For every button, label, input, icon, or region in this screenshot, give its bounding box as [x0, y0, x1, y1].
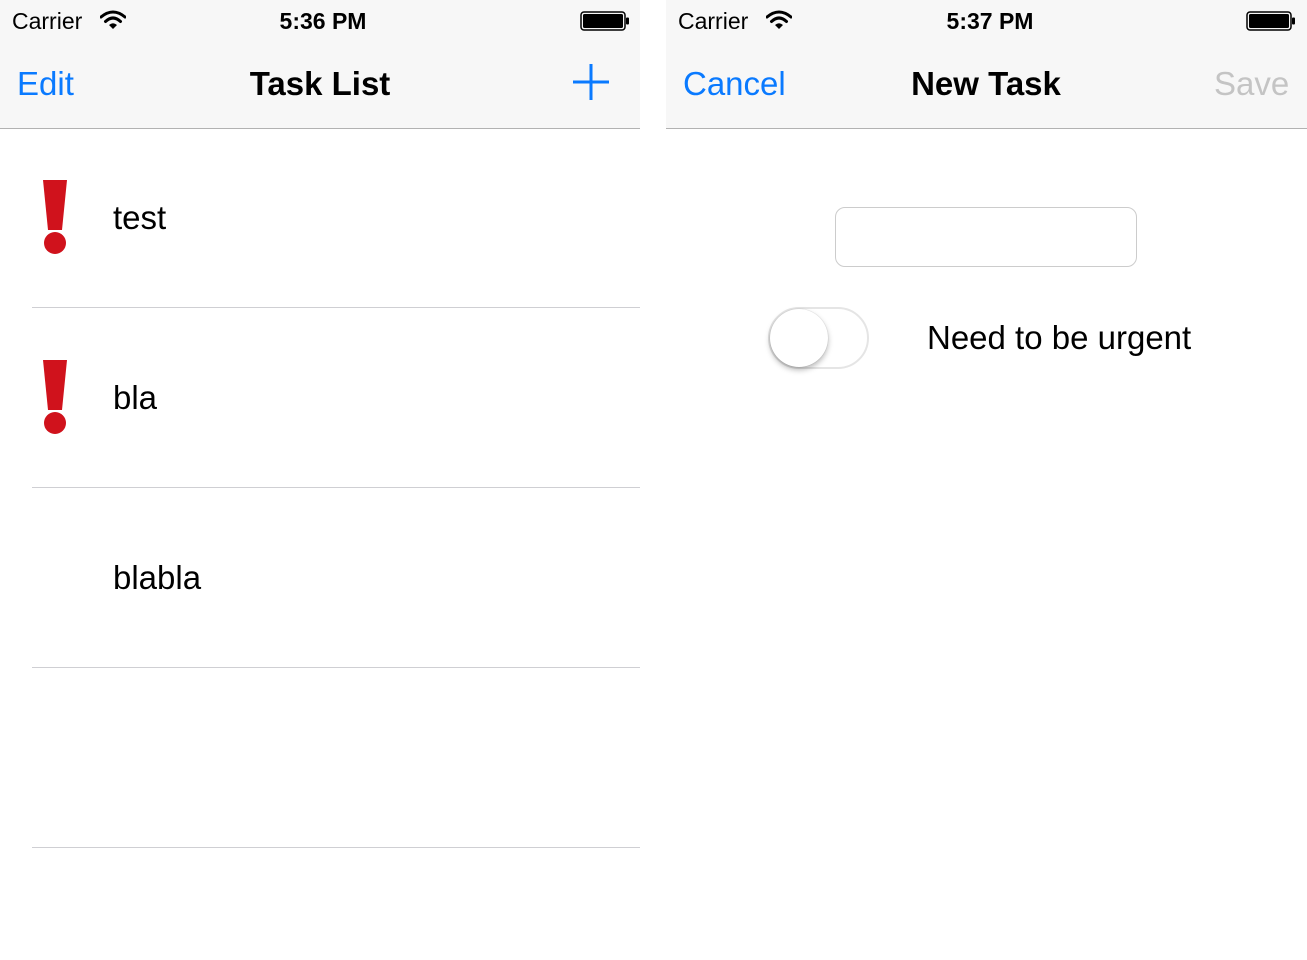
navigation-bar: Carrier 5:37 PM Cancel New Task Save: [666, 0, 1307, 129]
task-row[interactable]: bla: [0, 308, 640, 488]
task-label: blabla: [113, 559, 202, 596]
status-time: 5:36 PM: [279, 8, 367, 34]
carrier-label: Carrier: [12, 8, 83, 34]
task-row[interactable]: test: [0, 128, 640, 308]
battery-icon: [1246, 11, 1295, 31]
battery-icon: [580, 11, 629, 31]
navigation-bar: Carrier 5:36 PM Edit Task List: [0, 0, 640, 129]
cancel-button[interactable]: Cancel: [683, 66, 786, 102]
carrier-label: Carrier: [678, 8, 749, 34]
wifi-icon: [100, 10, 126, 29]
page-title: New Task: [911, 65, 1061, 102]
task-row[interactable]: blabla: [0, 488, 640, 668]
exclamation-icon: [43, 360, 67, 434]
toggle-knob: [770, 309, 828, 367]
plus-icon[interactable]: [572, 63, 610, 101]
save-button[interactable]: Save: [1214, 66, 1289, 102]
row-separator: [32, 847, 640, 848]
task-label: test: [113, 199, 167, 236]
task-name-input[interactable]: [835, 207, 1137, 267]
empty-row: [0, 668, 640, 848]
task-list-screen: Carrier 5:36 PM Edit Task List test bla …: [0, 0, 640, 960]
new-task-screen: Carrier 5:37 PM Cancel New Task Save Nee…: [666, 0, 1307, 960]
urgent-toggle-label: Need to be urgent: [927, 319, 1192, 356]
status-time: 5:37 PM: [946, 8, 1034, 34]
task-label: bla: [113, 379, 158, 416]
edit-button[interactable]: Edit: [17, 66, 74, 102]
exclamation-icon: [43, 180, 67, 254]
urgent-toggle[interactable]: [768, 307, 869, 369]
wifi-icon: [766, 10, 792, 29]
page-title: Task List: [249, 65, 391, 102]
